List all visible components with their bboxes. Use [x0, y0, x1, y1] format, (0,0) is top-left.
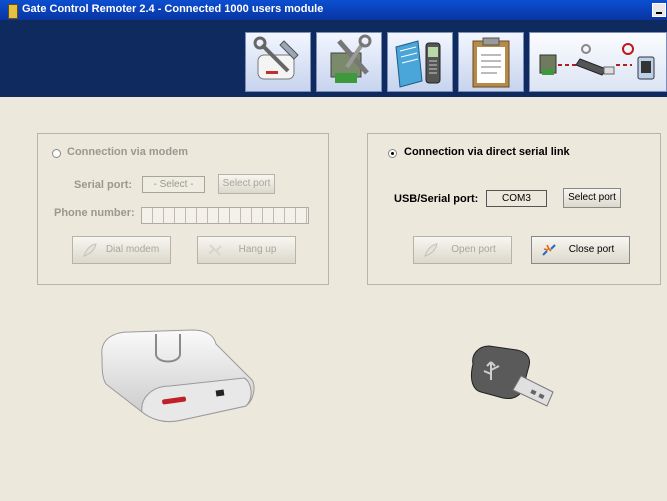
toolbar-button-phone-book[interactable]	[387, 32, 453, 92]
window-titlebar[interactable]: Gate Control Remoter 2.4 - Connected 100…	[0, 0, 667, 20]
main-area: Connection via modem Serial port: - Sele…	[0, 97, 667, 501]
disconnect-icon	[207, 242, 223, 258]
open-port-label: Open port	[451, 244, 496, 255]
dial-modem-button[interactable]: Dial modem	[72, 236, 171, 264]
serial-radio-button[interactable]	[388, 149, 397, 158]
modem-select-port-button[interactable]: Select port	[218, 174, 275, 194]
usb-adapter-image	[467, 340, 563, 415]
hang-up-label: Hang up	[238, 244, 277, 255]
serial-port-label: Serial port:	[74, 179, 133, 191]
close-port-button[interactable]: Close port	[531, 236, 630, 264]
feather-icon	[423, 242, 439, 258]
usb-serial-port-label: USB/Serial port:	[394, 193, 479, 205]
minimize-button[interactable]	[652, 3, 666, 17]
phone-number-input[interactable]	[141, 207, 309, 224]
disconnect-icon	[541, 242, 557, 258]
hang-up-button[interactable]: Hang up	[197, 236, 296, 264]
app-icon	[8, 4, 18, 19]
modem-radio-button[interactable]	[52, 149, 61, 158]
toolbar	[0, 20, 667, 97]
toolbar-button-connection-status[interactable]	[529, 32, 667, 92]
modem-connection-panel: Connection via modem Serial port: - Sele…	[37, 133, 329, 285]
serial-port-field[interactable]: - Select -	[142, 176, 205, 193]
feather-icon	[82, 242, 98, 258]
open-port-button[interactable]: Open port	[413, 236, 512, 264]
toolbar-button-module-settings[interactable]	[316, 32, 382, 92]
serial-select-port-button[interactable]: Select port	[563, 188, 621, 208]
window-title: Gate Control Remoter 2.4 - Connected 100…	[22, 3, 324, 15]
toolbar-button-modem-tools[interactable]	[245, 32, 311, 92]
modem-radio-label: Connection via modem	[67, 146, 189, 158]
phone-number-label: Phone number:	[54, 207, 135, 219]
serial-connection-panel: Connection via direct serial link USB/Se…	[367, 133, 661, 285]
usb-serial-port-field[interactable]: COM3	[486, 190, 547, 207]
modem-device-image	[96, 328, 256, 427]
connection-status-icon	[530, 43, 666, 94]
serial-radio-label: Connection via direct serial link	[404, 146, 570, 158]
toolbar-button-event-log[interactable]	[458, 32, 524, 92]
